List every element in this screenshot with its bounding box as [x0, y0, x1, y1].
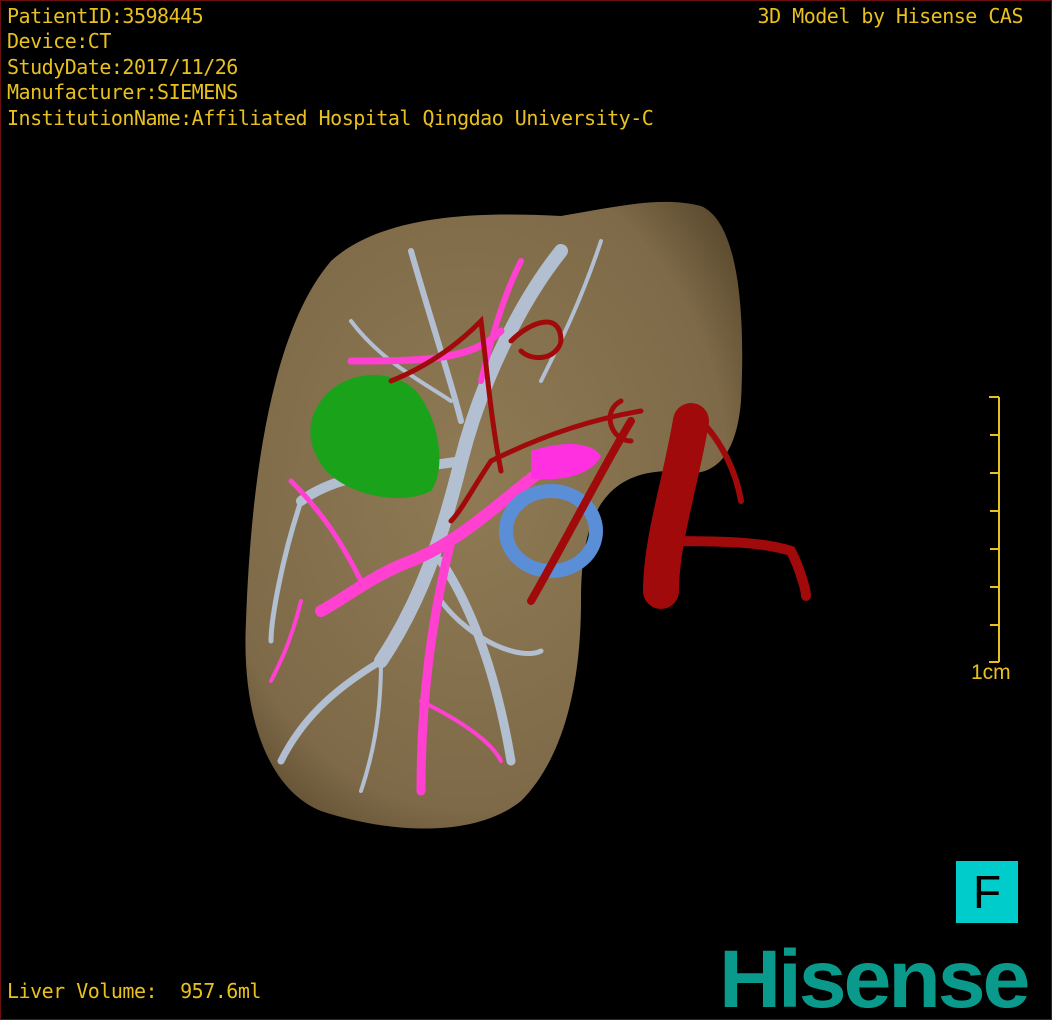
hisense-logo: Hisense [719, 934, 1030, 1020]
patient-id: PatientID:3598445 [7, 4, 204, 28]
scale-bar-label: 1cm [971, 661, 1011, 684]
orientation-front-button[interactable]: F [956, 861, 1018, 923]
device: Device:CT [7, 29, 111, 54]
scale-bar [989, 396, 1000, 663]
model-credit: 3D Model by Hisense CAS [757, 4, 1024, 28]
liver-volume: Liver Volume: 957.6ml [7, 979, 261, 1003]
institution-name: InstitutionName:Affiliated Hospital Qing… [7, 105, 654, 130]
study-date: StudyDate:2017/11/26 [7, 54, 238, 79]
liver-3d-model[interactable] [1, 1, 1052, 1020]
manufacturer: Manufacturer:SIEMENS [7, 80, 238, 105]
dicom-info-overlay: PatientID:3598445 Device:CT StudyDate:20… [7, 4, 654, 131]
3d-viewport[interactable]: PatientID:3598445 Device:CT StudyDate:20… [0, 0, 1052, 1020]
